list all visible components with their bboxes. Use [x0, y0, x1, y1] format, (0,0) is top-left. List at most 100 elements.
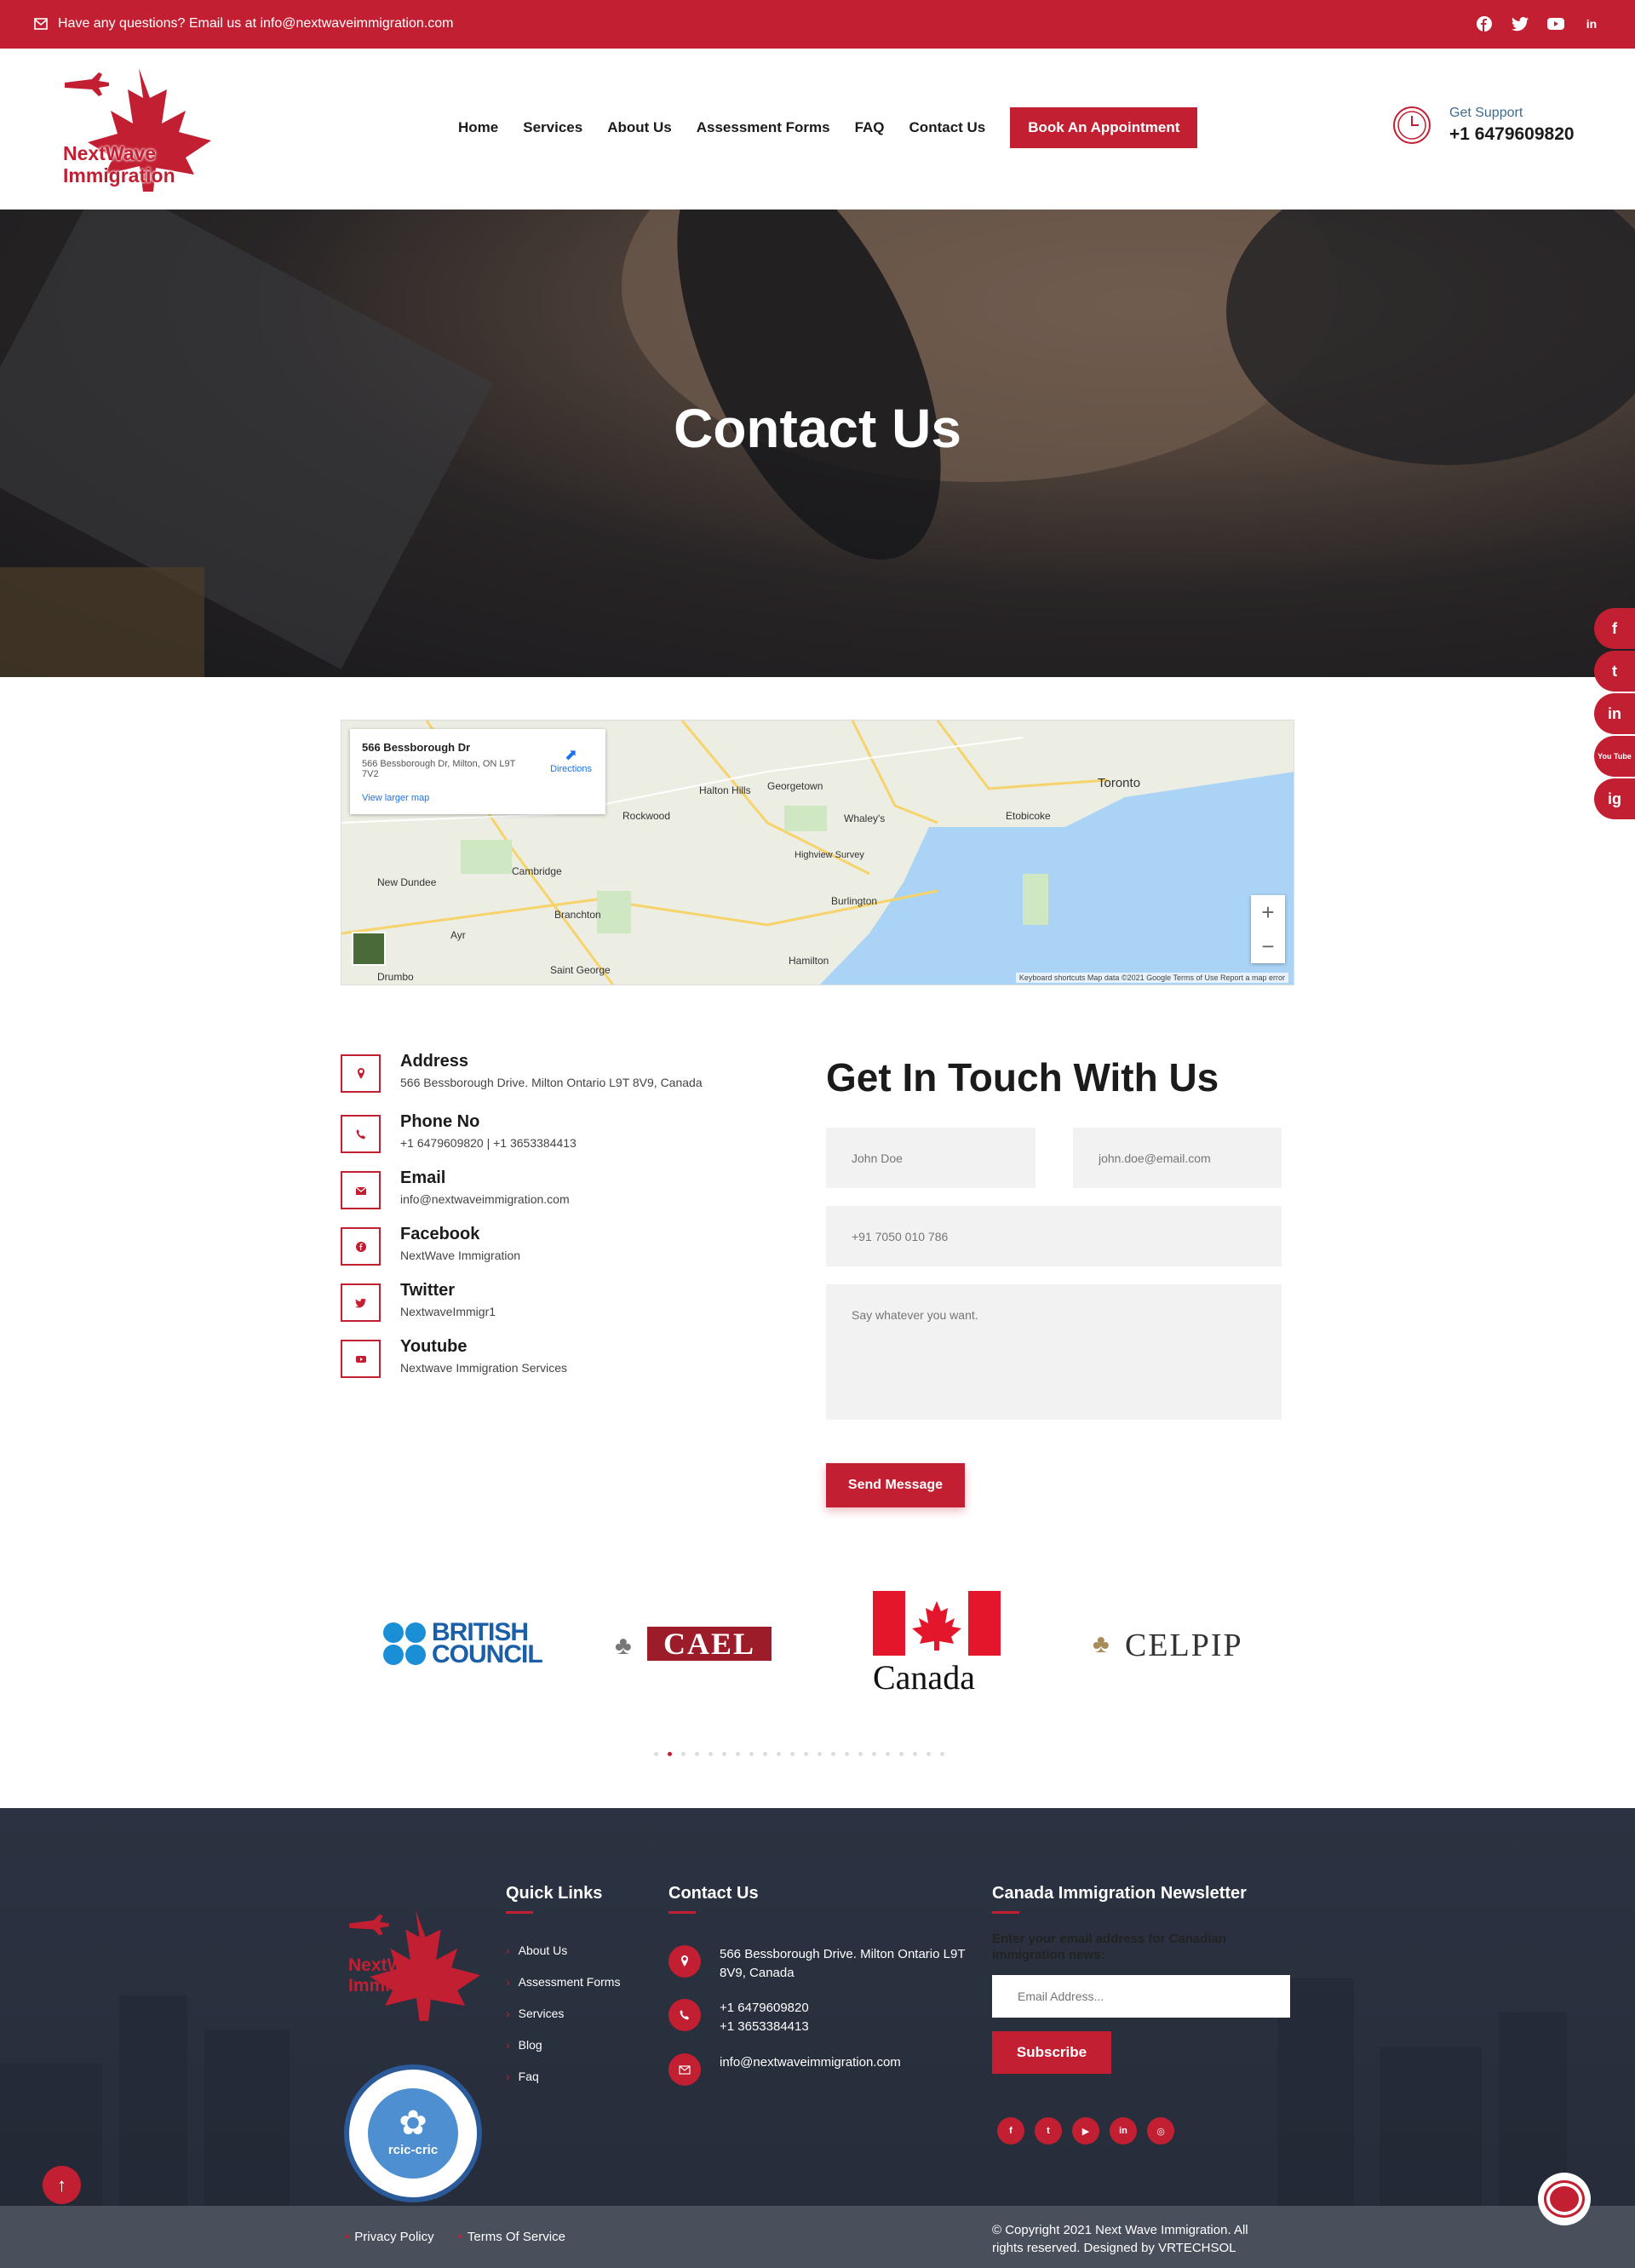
phone-input[interactable] [826, 1206, 1282, 1266]
terms-of-service-link[interactable]: Terms Of Service [458, 2230, 565, 2244]
contact-address-label: Address [400, 1052, 469, 1071]
carousel-dot[interactable] [736, 1752, 740, 1756]
twitter-icon[interactable] [1511, 14, 1529, 33]
facebook-icon[interactable]: f [997, 2117, 1024, 2145]
scroll-to-top-button[interactable]: ↑ [43, 2166, 81, 2204]
youtube-icon[interactable]: You Tube [1594, 736, 1635, 777]
footer-email-text[interactable]: info@nextwaveimmigration.com [720, 2053, 967, 2072]
carousel-dot[interactable] [763, 1752, 767, 1756]
carousel-dot[interactable] [654, 1752, 658, 1756]
view-larger-map-link[interactable]: View larger map [362, 793, 594, 803]
british-council-dots-icon [383, 1622, 426, 1665]
floating-social-bar: f t in You Tube ig [1594, 608, 1635, 821]
carousel-dot[interactable] [708, 1752, 713, 1756]
newsletter-email-input[interactable] [992, 1975, 1290, 2018]
carousel-dot[interactable] [831, 1752, 835, 1756]
name-input[interactable] [826, 1128, 1036, 1188]
carousel-dot[interactable] [790, 1752, 795, 1756]
chat-widget-button[interactable] [1538, 2173, 1591, 2225]
carousel-dot[interactable] [749, 1752, 754, 1756]
book-appointment-button[interactable]: Book An Appointment [1010, 107, 1198, 148]
facebook-icon[interactable]: f [1594, 608, 1635, 649]
contact-youtube: Youtube Nextwave Immigration Services [341, 1335, 783, 1378]
quick-link-about-us[interactable]: › About Us [506, 1934, 620, 1966]
carousel-dot[interactable] [913, 1752, 917, 1756]
contact-facebook-value[interactable]: NextWave Immigration [400, 1249, 520, 1262]
instagram-icon[interactable]: ig [1594, 778, 1635, 819]
footer-logo[interactable]: NextWave Immigration [343, 1906, 488, 2025]
youtube-icon[interactable]: ▶ [1072, 2117, 1099, 2145]
partner-cael[interactable]: ♣ CAEL [615, 1627, 772, 1662]
carousel-dot[interactable] [926, 1752, 931, 1756]
nav-about-us[interactable]: About Us [607, 119, 672, 136]
partner-celpip[interactable]: ♣ CELPIP [1093, 1627, 1263, 1663]
site-logo[interactable]: NextWave Immigration [58, 64, 220, 196]
quick-link-assessment-forms[interactable]: › Assessment Forms [506, 1966, 620, 1997]
partner-british-council[interactable]: BRITISH COUNCIL [382, 1620, 543, 1668]
carousel-dot[interactable] [872, 1752, 876, 1756]
canada-wordmark: Canada [873, 1658, 975, 1697]
send-message-button[interactable]: Send Message [826, 1463, 965, 1507]
map-label: Drumbo [377, 971, 414, 983]
map-attribution[interactable]: Keyboard shortcuts Map data ©2021 Google… [1015, 973, 1288, 983]
subscribe-button[interactable]: Subscribe [992, 2031, 1111, 2074]
map-label: Georgetown [767, 780, 823, 792]
carousel-dot[interactable] [940, 1752, 944, 1756]
form-title: Get In Touch With Us [826, 1055, 1219, 1100]
instagram-icon[interactable]: ◎ [1147, 2117, 1174, 2145]
quick-link-blog[interactable]: › Blog [506, 2029, 620, 2060]
carousel-dot[interactable] [722, 1752, 726, 1756]
carousel-dot[interactable] [695, 1752, 699, 1756]
carousel-dot[interactable] [858, 1752, 863, 1756]
canada-flag-icon [873, 1591, 1001, 1656]
nav-assessment-forms[interactable]: Assessment Forms [697, 119, 830, 136]
carousel-dot[interactable] [899, 1752, 904, 1756]
linkedin-icon[interactable]: in [1110, 2117, 1137, 2145]
nav-home[interactable]: Home [458, 119, 498, 136]
message-textarea[interactable] [826, 1284, 1282, 1420]
twitter-icon[interactable]: t [1035, 2117, 1062, 2145]
zoom-in-button[interactable]: + [1251, 895, 1285, 929]
support-number[interactable]: +1 6479609820 [1449, 124, 1575, 145]
quick-link-label: Assessment Forms [518, 1974, 621, 1989]
top-email-text: Have any questions? Email us at info@nex… [58, 16, 454, 31]
nav-contact-us[interactable]: Contact Us [909, 119, 986, 136]
footer-phone-1[interactable]: +1 6479609820 [720, 1999, 967, 2018]
carousel-dot[interactable] [681, 1752, 686, 1756]
carousel-dot[interactable] [886, 1752, 890, 1756]
carousel-dot[interactable] [804, 1752, 808, 1756]
chevron-right-icon: › [506, 2037, 510, 2052]
linkedin-icon[interactable]: in [1582, 14, 1601, 33]
support-block[interactable]: Get Support +1 6479609820 [1391, 105, 1575, 146]
privacy-policy-link[interactable]: Privacy Policy [345, 2230, 433, 2244]
contact-twitter-value[interactable]: NextwaveImmigr1 [400, 1305, 496, 1318]
youtube-icon[interactable] [1546, 14, 1565, 33]
carousel-dot[interactable] [777, 1752, 781, 1756]
carousel-dot[interactable] [845, 1752, 849, 1756]
google-map[interactable]: Toronto Burlington Cambridge Halton Hill… [341, 720, 1294, 985]
email-input[interactable] [1073, 1128, 1282, 1188]
carousel-dot[interactable] [668, 1752, 672, 1756]
directions-button[interactable]: ⬈ Directions [550, 746, 592, 774]
zoom-out-button[interactable]: − [1251, 929, 1285, 963]
quick-link-faq[interactable]: › Faq [506, 2060, 620, 2092]
footer-phone-2[interactable]: +1 3653384413 [720, 2018, 967, 2036]
quick-link-services[interactable]: › Services [506, 1997, 620, 2029]
contact-email-value[interactable]: info@nextwaveimmigration.com [400, 1192, 570, 1206]
map-label: Hamilton [789, 955, 829, 967]
nav-faq[interactable]: FAQ [855, 119, 885, 136]
contact-youtube-value[interactable]: Nextwave Immigration Services [400, 1361, 567, 1375]
clock-icon [1393, 106, 1431, 144]
nav-services[interactable]: Services [523, 119, 582, 136]
map-satellite-toggle[interactable] [352, 932, 386, 966]
directions-icon: ⬈ [565, 746, 578, 763]
linkedin-icon[interactable]: in [1594, 693, 1635, 734]
twitter-icon[interactable]: t [1594, 651, 1635, 692]
partner-canada[interactable]: Canada [873, 1591, 1001, 1703]
carousel-dot[interactable] [818, 1752, 822, 1756]
map-label: Branchton [554, 909, 601, 921]
top-email[interactable]: Have any questions? Email us at info@nex… [34, 16, 453, 32]
site-footer: NextWave Immigration ✿ rcic-cric [0, 1808, 1635, 2268]
contact-phone-value[interactable]: +1 6479609820 | +1 3653384413 [400, 1136, 577, 1150]
facebook-icon[interactable] [1475, 14, 1494, 33]
